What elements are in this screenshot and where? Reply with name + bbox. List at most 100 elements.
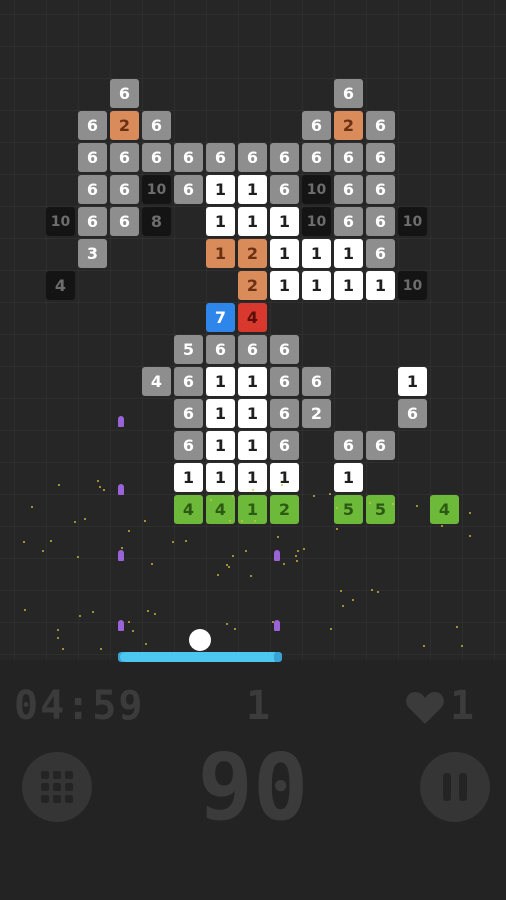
brick: 2 [238,239,267,268]
spark [147,610,150,613]
menu-button[interactable] [22,752,92,822]
brick: 6 [110,207,139,236]
spark [23,541,26,544]
brick: 5 [366,495,395,524]
spark [226,622,229,625]
brick: 1 [270,239,299,268]
brick: 6 [110,175,139,204]
brick: 1 [398,367,427,396]
brick: 6 [78,175,107,204]
timer: 04:59 [14,683,145,729]
spark [99,486,102,489]
spark [50,540,53,543]
spark [468,535,471,538]
brick: 6 [142,143,171,172]
heart-icon [405,690,445,730]
brick: 1 [206,431,235,460]
spark [297,549,300,552]
spark [153,612,156,615]
spark [250,575,253,578]
spark [97,480,100,483]
brick: 2 [334,111,363,140]
spark [313,494,316,497]
spark [128,621,131,624]
spark [144,520,147,523]
brick: 3 [78,239,107,268]
spark [128,530,131,533]
pause-icon [443,773,467,801]
brick: 1 [334,271,363,300]
spark [83,518,86,521]
brick: 6 [142,111,171,140]
spark [234,628,237,631]
spark [244,550,247,553]
level-indicator: 1 [246,683,271,729]
spark [371,588,374,591]
brick: 6 [302,111,331,140]
brick: 6 [110,143,139,172]
spark [209,498,212,501]
spark [376,590,379,593]
brick: 2 [270,495,299,524]
spark [352,598,355,601]
grid-icon [41,771,73,803]
brick: 4 [238,303,267,332]
brick: 6 [78,111,107,140]
paddle-right-cap [274,652,282,662]
brick: 1 [238,463,267,492]
spark [78,614,81,617]
brick: 1 [206,239,235,268]
brick: 1 [206,463,235,492]
brick: 4 [174,495,203,524]
brick: 1 [270,207,299,236]
spark [121,546,124,549]
brick: 6 [110,79,139,108]
brick: 8 [142,207,171,236]
brick: 4 [142,367,171,396]
brick: 6 [78,207,107,236]
brick: 6 [366,431,395,460]
spark [185,539,188,542]
spark [461,644,464,647]
lives-count: 1 [450,683,475,729]
brick: 6 [270,143,299,172]
brick: 6 [206,143,235,172]
spark [283,562,286,565]
brick: 6 [366,111,395,140]
spark [391,503,394,506]
spark [231,554,234,557]
brick: 6 [334,143,363,172]
brick: 1 [238,207,267,236]
brick: 6 [334,175,363,204]
game-board[interactable]: 6 6 6 2 6 6 2 6 6 6 6 6 6 6 6 6 6 6 6 6 10 6 1 1 6 10 6 6 10 6 6 8 1 1 1 10… [0,0,506,662]
brick: 2 [110,111,139,140]
brick: 6 [366,175,395,204]
brick: 6 [238,335,267,364]
brick: 6 [302,143,331,172]
spark [145,642,148,645]
brick: 1 [206,207,235,236]
spark [295,554,298,557]
spark [56,629,59,632]
paddle[interactable] [120,652,280,662]
pause-button[interactable] [420,752,490,822]
brick: 6 [270,367,299,396]
spark [58,483,61,486]
brick: 1 [206,399,235,428]
spark [340,589,343,592]
brick: 6 [366,207,395,236]
bullet [274,620,280,631]
score: 90 [197,734,309,841]
brick: 6 [174,175,203,204]
brick: 4 [430,495,459,524]
brick: 6 [334,79,363,108]
brick: 5 [174,335,203,364]
spark [172,540,175,543]
spark [328,493,331,496]
brick: 1 [270,271,299,300]
spark [62,648,65,651]
spark [342,605,345,608]
brick: 1 [302,239,331,268]
spark [335,506,338,509]
brick: 1 [366,271,395,300]
